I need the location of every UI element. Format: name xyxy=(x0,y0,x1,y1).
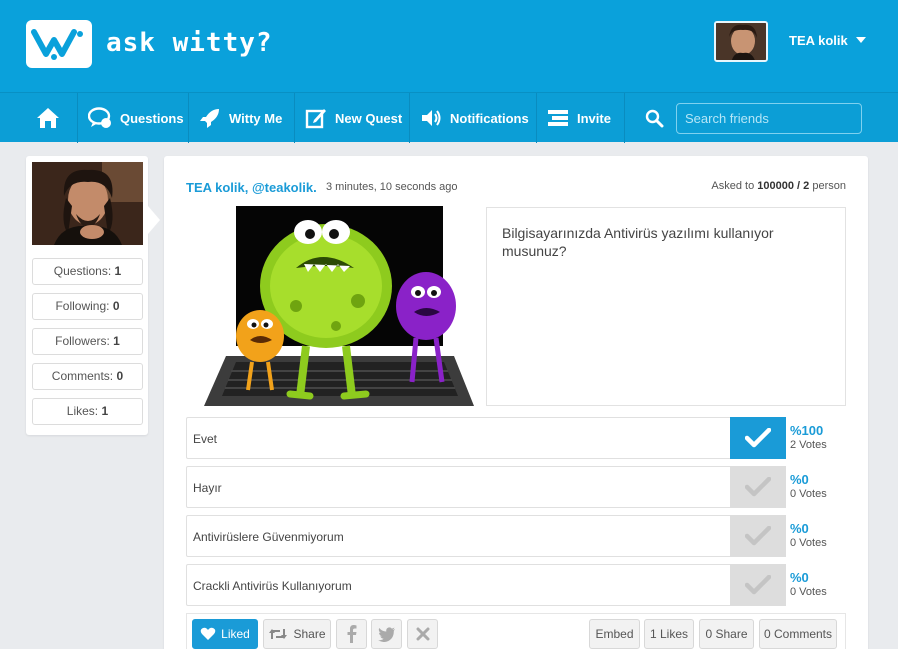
user-avatar[interactable] xyxy=(714,21,768,62)
embed-button[interactable]: Embed xyxy=(589,619,640,649)
nav-label: Witty Me xyxy=(229,110,283,126)
comments-count-button[interactable]: 0 Comments xyxy=(759,619,837,649)
close-icon xyxy=(416,627,429,641)
answer-percent: %100 xyxy=(790,423,824,438)
rocket-icon xyxy=(200,109,219,128)
nav-notifications[interactable]: Notifications xyxy=(410,93,537,143)
nav-questions[interactable]: Questions xyxy=(78,93,189,143)
nav-label: Invite xyxy=(577,110,611,126)
stat-value: 1 xyxy=(101,404,109,418)
vote-check-button[interactable] xyxy=(730,466,786,508)
question-text: Bilgisayarınızda Antivirüs yazılımı kull… xyxy=(502,225,774,259)
answer-votes: 0 Votes xyxy=(790,488,827,500)
nav-home[interactable] xyxy=(26,93,78,143)
liked-label: Liked xyxy=(221,627,250,641)
stat-value: 1 xyxy=(113,334,120,348)
remove-button[interactable] xyxy=(407,619,438,649)
stat-questions[interactable]: Questions: 1 xyxy=(32,258,143,285)
witty-logo-icon xyxy=(31,29,83,60)
user-name[interactable]: TEA kolik xyxy=(789,33,848,48)
vote-check-button[interactable] xyxy=(730,417,786,459)
question-actions: Liked Share Embed 1 Likes 0 Share 0 Comm… xyxy=(186,613,846,649)
stat-label: Comments: xyxy=(51,369,114,383)
question-time: 3 minutes, 10 seconds ago xyxy=(326,181,458,193)
profile-photo[interactable] xyxy=(32,162,143,245)
vote-check-button[interactable] xyxy=(730,564,786,606)
checkmark-icon xyxy=(745,526,771,546)
asked-to-info: Asked to 100000 / 2 person xyxy=(711,180,846,192)
home-icon xyxy=(37,108,59,128)
question-text-box: Bilgisayarınızda Antivirüs yazılımı kull… xyxy=(486,207,846,406)
brand-name: ask witty? xyxy=(106,28,273,58)
stat-comments[interactable]: Comments: 0 xyxy=(32,363,143,390)
stat-following[interactable]: Following: 0 xyxy=(32,293,143,320)
speaker-icon xyxy=(422,110,441,126)
chat-bubble-icon xyxy=(88,107,111,128)
twitter-icon xyxy=(377,626,395,642)
answer-option[interactable]: Crackli Antivirüs Kullanıyorum xyxy=(186,564,786,606)
share-label: Share xyxy=(293,627,326,641)
search-icon[interactable] xyxy=(645,109,664,128)
question-author[interactable]: TEA kolik, @teakolik. xyxy=(186,180,317,195)
question-image[interactable] xyxy=(186,206,476,406)
invite-icon xyxy=(548,110,568,126)
answer-percent: %0 xyxy=(790,472,809,487)
answer-option[interactable]: Evet xyxy=(186,417,786,459)
answer-percent: %0 xyxy=(790,570,809,585)
likes-count-button[interactable]: 1 Likes xyxy=(644,619,694,649)
answer-label: Crackli Antivirüs Kullanıyorum xyxy=(193,579,352,593)
facebook-share-button[interactable] xyxy=(336,619,367,649)
answer-votes: 0 Votes xyxy=(790,586,827,598)
main-nav: Questions Witty Me New Quest Notificatio… xyxy=(0,92,898,143)
caret-down-icon[interactable] xyxy=(856,37,866,43)
stat-label: Following: xyxy=(55,299,110,313)
nav-label: Notifications xyxy=(450,110,529,126)
twitter-share-button[interactable] xyxy=(371,619,402,649)
profile-card: Questions: 1 Following: 0 Followers: 1 C… xyxy=(26,156,160,435)
stat-value: 1 xyxy=(114,264,122,278)
stat-value: 0 xyxy=(112,299,120,313)
logo[interactable] xyxy=(26,20,92,68)
vote-check-button[interactable] xyxy=(730,515,786,557)
top-header: ask witty? TEA kolik xyxy=(0,0,898,92)
checkmark-icon xyxy=(745,428,771,448)
asked-suffix: person xyxy=(812,180,846,192)
answer-option[interactable]: Hayır xyxy=(186,466,786,508)
nav-label: New Quest xyxy=(335,110,403,126)
share-count-button[interactable]: 0 Share xyxy=(699,619,754,649)
nav-witty-me[interactable]: Witty Me xyxy=(189,93,295,143)
answer-label: Hayır xyxy=(193,481,222,495)
checkmark-icon xyxy=(745,575,771,595)
answer-votes: 2 Votes xyxy=(790,439,827,451)
asked-prefix: Asked to xyxy=(711,180,755,192)
search-friends-input[interactable] xyxy=(676,103,862,134)
facebook-icon xyxy=(347,625,356,643)
stat-label: Likes: xyxy=(66,404,99,418)
answer-option[interactable]: Antivirüslere Güvenmiyorum xyxy=(186,515,786,557)
nav-new-quest[interactable]: New Quest xyxy=(295,93,410,143)
asked-count: 100000 / 2 xyxy=(757,180,810,192)
answer-label: Antivirüslere Güvenmiyorum xyxy=(193,530,344,544)
retweet-icon xyxy=(269,629,288,639)
checkmark-icon xyxy=(745,477,771,497)
share-button[interactable]: Share xyxy=(263,619,331,649)
stat-value: 0 xyxy=(116,369,124,383)
nav-label: Questions xyxy=(120,110,184,126)
question-card: TEA kolik, @teakolik. 3 minutes, 10 seco… xyxy=(164,156,868,649)
answer-votes: 0 Votes xyxy=(790,537,827,549)
stat-label: Followers: xyxy=(55,334,110,348)
answer-percent: %0 xyxy=(790,521,809,536)
liked-button[interactable]: Liked xyxy=(192,619,258,649)
nav-invite[interactable]: Invite xyxy=(537,93,625,143)
heart-icon xyxy=(200,627,216,640)
edit-icon xyxy=(305,109,326,129)
stat-followers[interactable]: Followers: 1 xyxy=(32,328,143,355)
stat-label: Questions: xyxy=(53,264,112,278)
stat-likes[interactable]: Likes: 1 xyxy=(32,398,143,425)
answer-label: Evet xyxy=(193,432,218,446)
